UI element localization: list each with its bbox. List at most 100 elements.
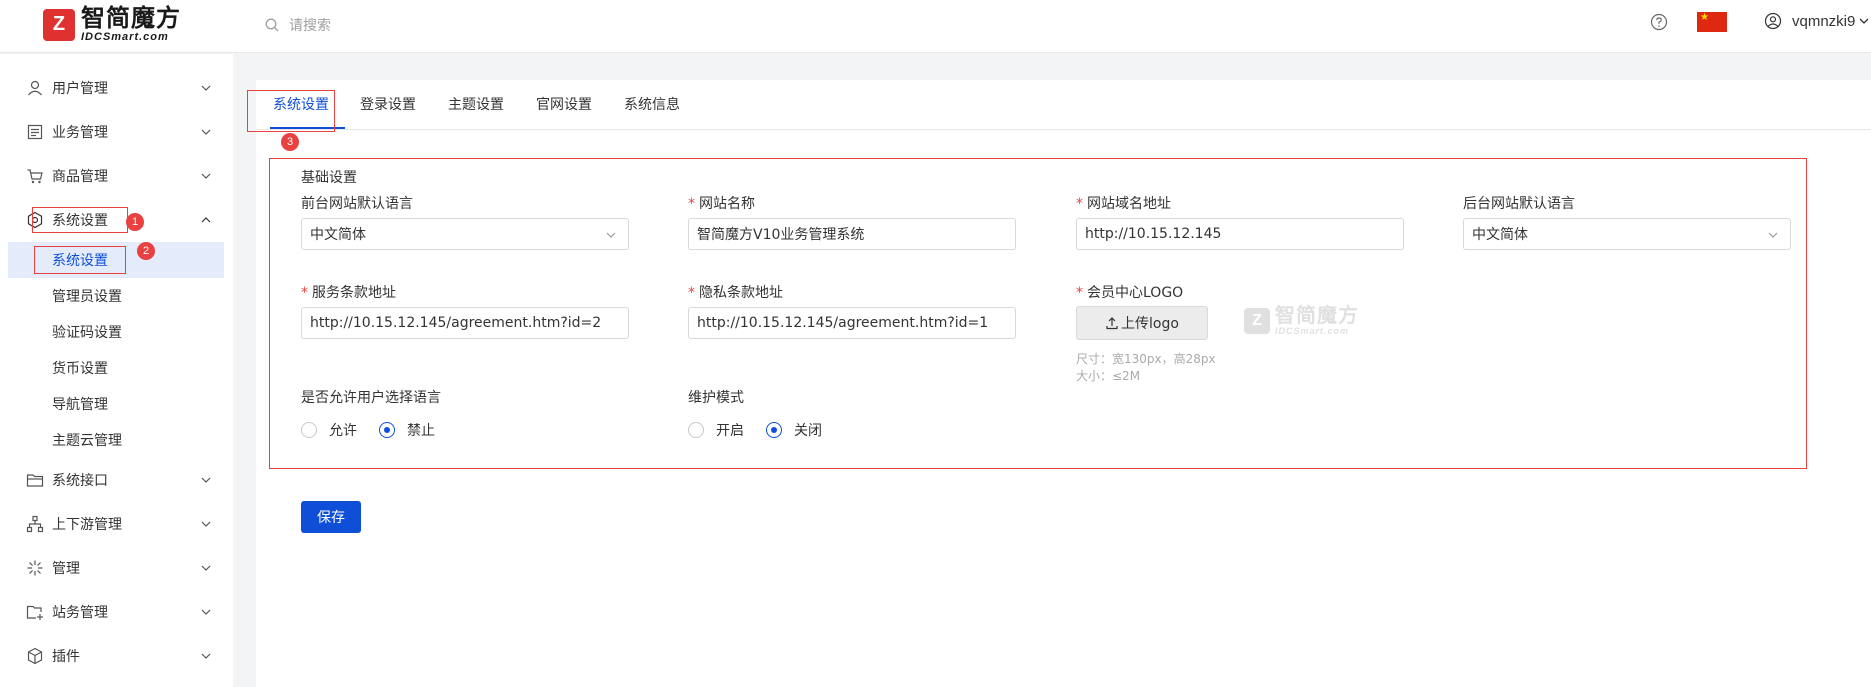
tab-theme-settings[interactable]: 主题设置 xyxy=(448,94,504,114)
site-name-label: * 网站名称 xyxy=(688,196,755,212)
search-box[interactable]: 请搜索 xyxy=(265,12,331,38)
folder-plus-icon xyxy=(26,605,43,620)
logo-cn-text: 智简魔方 xyxy=(81,4,181,32)
domain-label: * 网站域名地址 xyxy=(1076,196,1171,212)
admin-lang-select[interactable]: 中文简体 xyxy=(1463,218,1791,250)
user-menu[interactable]: vqmnzki9 xyxy=(1764,12,1869,30)
sidebar-item-products[interactable]: 商品管理 xyxy=(0,154,233,198)
domain-value: http://10.15.12.145 xyxy=(1085,226,1222,242)
front-lang-select[interactable]: 中文简体 xyxy=(301,218,629,250)
domain-input[interactable]: http://10.15.12.145 xyxy=(1076,218,1404,250)
sidebar: 用户管理 业务管理 商品管理 系统设置 系统设置 管理员设置 验证码设置 货币设… xyxy=(0,54,233,687)
tab-website-settings[interactable]: 官网设置 xyxy=(536,94,592,114)
chevron-down-icon xyxy=(201,565,211,571)
site-name-value: 智简魔方V10业务管理系统 xyxy=(697,227,865,243)
username: vqmnzki9 xyxy=(1792,12,1856,30)
chevron-down-icon xyxy=(201,85,211,91)
upload-logo-button[interactable]: 上传logo xyxy=(1076,306,1208,340)
brand-logo[interactable]: Z 智简魔方 IDCSmart.com xyxy=(43,6,181,43)
radio-on[interactable]: 开启 xyxy=(688,420,744,440)
sidebar-item-upstream-downstream[interactable]: 上下游管理 xyxy=(0,502,233,546)
allow-lang-radio-group: 允许 禁止 xyxy=(301,420,457,440)
annotation-box-2 xyxy=(34,246,126,274)
upload-icon xyxy=(1106,317,1118,330)
logo-en-text: IDCSmart.com xyxy=(81,31,169,43)
site-name-input[interactable]: 智简魔方V10业务管理系统 xyxy=(688,218,1016,250)
sidebar-subitem-navigation[interactable]: 导航管理 xyxy=(8,386,224,422)
terms-value: http://10.15.12.145/agreement.htm?id=2 xyxy=(310,315,602,331)
sidebar-item-label: 上下游管理 xyxy=(52,517,122,533)
radio-off[interactable]: 关闭 xyxy=(766,420,822,440)
sidebar-subitem-admin-settings[interactable]: 管理员设置 xyxy=(8,278,224,314)
sidebar-subitem-captcha-settings[interactable]: 验证码设置 xyxy=(8,314,224,350)
tab-system-info[interactable]: 系统信息 xyxy=(624,94,680,114)
sidebar-item-business[interactable]: 业务管理 xyxy=(0,110,233,154)
language-flag-icon[interactable]: ★ xyxy=(1697,12,1727,32)
privacy-value: http://10.15.12.145/agreement.htm?id=1 xyxy=(697,315,989,331)
admin-lang-value: 中文简体 xyxy=(1472,227,1528,243)
sidebar-item-label: 插件 xyxy=(52,649,80,665)
radio-deny[interactable]: 禁止 xyxy=(379,420,435,440)
chevron-down-icon xyxy=(201,653,211,659)
radio-circle-selected[interactable] xyxy=(379,422,395,438)
radio-circle[interactable] xyxy=(301,422,317,438)
logo-preview-cn: 智简魔方 xyxy=(1275,303,1359,327)
hierarchy-icon xyxy=(26,515,44,533)
help-icon[interactable] xyxy=(1650,13,1668,31)
sidebar-item-label: 管理 xyxy=(52,561,80,577)
logo-mark-icon: Z xyxy=(43,8,75,41)
sidebar-item-manage[interactable]: 管理 xyxy=(0,546,233,590)
allow-lang-label: 是否允许用户选择语言 xyxy=(301,390,441,406)
settings-tabs: 系统设置 登录设置 主题设置 官网设置 系统信息 xyxy=(256,80,1871,130)
radio-circle[interactable] xyxy=(688,422,704,438)
logo-preview-en: IDCSmart.com xyxy=(1275,326,1350,336)
sidebar-item-system-api[interactable]: 系统接口 xyxy=(0,458,233,502)
sidebar-subitem-theme-cloud[interactable]: 主题云管理 xyxy=(8,422,224,458)
folder-icon xyxy=(26,474,44,487)
sidebar-subitem-currency-settings[interactable]: 货币设置 xyxy=(8,350,224,386)
required-mark: * xyxy=(688,196,695,212)
logo-preview: Z 智简魔方 IDCSmart.com xyxy=(1244,305,1359,336)
annotation-badge-1: 1 xyxy=(126,213,144,231)
logo-max-hint: 大小：≤2M xyxy=(1076,369,1141,383)
top-header: Z 智简魔方 IDCSmart.com 请搜索 ★ vqmnzki9 xyxy=(0,0,1871,53)
sidebar-item-users[interactable]: 用户管理 xyxy=(0,66,233,110)
save-button[interactable]: 保存 xyxy=(301,501,361,533)
sidebar-item-label: 商品管理 xyxy=(52,169,108,185)
required-mark: * xyxy=(688,285,695,301)
sidebar-item-label: 业务管理 xyxy=(52,125,108,141)
radio-circle-selected[interactable] xyxy=(766,422,782,438)
annotation-badge-3: 3 xyxy=(281,133,299,151)
user-avatar-icon xyxy=(1764,12,1782,30)
chevron-down-icon xyxy=(201,173,211,179)
section-title: 基础设置 xyxy=(301,170,357,186)
front-lang-value: 中文简体 xyxy=(310,227,366,243)
sidebar-subitem-label: 货币设置 xyxy=(52,361,108,377)
sidebar-subitem-label: 导航管理 xyxy=(52,397,108,413)
annotation-badge-2: 2 xyxy=(137,242,155,260)
sidebar-item-plugins[interactable]: 插件 xyxy=(0,634,233,678)
terms-input[interactable]: http://10.15.12.145/agreement.htm?id=2 xyxy=(301,307,629,339)
front-lang-label: 前台网站默认语言 xyxy=(301,196,413,212)
upload-logo-label: 上传logo xyxy=(1121,316,1179,332)
search-icon xyxy=(265,18,279,32)
sidebar-item-site-affairs[interactable]: 站务管理 xyxy=(0,590,233,634)
logo-size-hint: 尺寸：宽130px，高28px xyxy=(1076,352,1216,366)
chevron-down-icon xyxy=(1859,18,1869,24)
privacy-input[interactable]: http://10.15.12.145/agreement.htm?id=1 xyxy=(688,307,1016,339)
member-logo-label: * 会员中心LOGO xyxy=(1076,285,1184,301)
annotation-box-3 xyxy=(247,90,335,132)
search-placeholder[interactable]: 请搜索 xyxy=(289,15,331,35)
radio-allow[interactable]: 允许 xyxy=(301,420,357,440)
maintenance-label: 维护模式 xyxy=(688,390,744,406)
tab-login-settings[interactable]: 登录设置 xyxy=(360,94,416,114)
chevron-down-icon xyxy=(201,129,211,135)
cart-icon xyxy=(27,169,43,184)
sidebar-subitem-label: 验证码设置 xyxy=(52,325,122,341)
sidebar-subitem-label: 主题云管理 xyxy=(52,433,122,449)
required-mark: * xyxy=(1076,285,1083,301)
sparkle-icon xyxy=(27,560,43,576)
cube-icon xyxy=(27,647,43,665)
logo-mark-icon: Z xyxy=(1244,307,1270,334)
chevron-down-icon xyxy=(606,232,616,238)
